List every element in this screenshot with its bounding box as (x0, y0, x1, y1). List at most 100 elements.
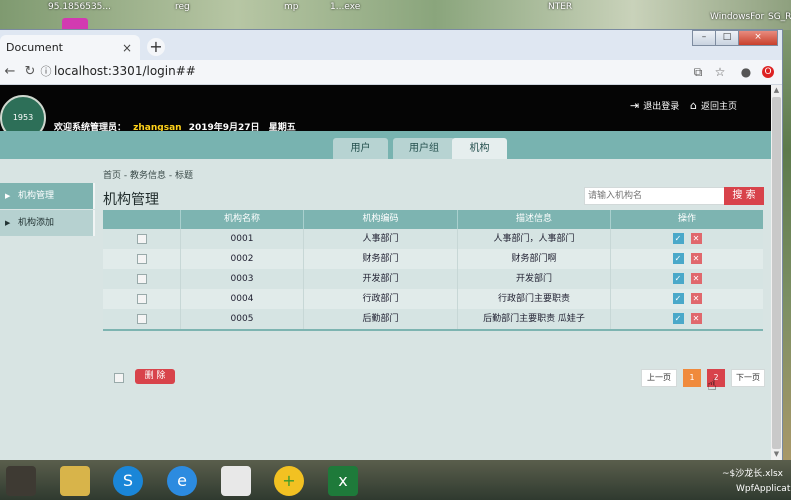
close-icon[interactable]: × (120, 41, 134, 55)
window-close-button[interactable]: × (738, 30, 778, 46)
translate-icon[interactable]: ⧉ (690, 64, 706, 80)
browser-window: Document × + – □ × ← ↻ ⓘ localhost:3301/… (0, 30, 782, 460)
edit-check-icon[interactable]: ✓ (672, 233, 684, 244)
row-select (103, 289, 181, 309)
start-app-icon[interactable] (6, 466, 36, 496)
cell-name: 人事部门 (304, 229, 458, 249)
excel-icon[interactable]: x (328, 466, 358, 496)
sidebar-item-label: 机构管理 (18, 191, 55, 201)
cell-actions: ✓ ✕ (611, 249, 763, 269)
next-page-button[interactable]: 下一页 (731, 369, 765, 387)
taskbar-app-label[interactable]: WpfApplicatio (736, 484, 791, 494)
desktop-icon-label[interactable]: reg (175, 2, 190, 12)
taskbar-file-label[interactable]: ~$沙龙长.xlsx (722, 466, 783, 479)
row-select (103, 249, 181, 269)
reload-icon[interactable]: ↻ (22, 64, 38, 80)
back-icon[interactable]: ← (2, 64, 18, 80)
row-checkbox[interactable] (136, 313, 147, 324)
edit-check-icon[interactable]: ✓ (672, 253, 684, 264)
page-title: 机构管理 (103, 192, 159, 208)
cell-actions: ✓ ✕ (611, 289, 763, 309)
row-select (103, 309, 181, 329)
cell-desc: 财务部门啊 (458, 249, 611, 269)
org-table: 机构名称 机构编码 描述信息 操作 0001 人事部门 人事部门，人事部门 ✓ ✕… (103, 210, 763, 331)
home-link[interactable]: ⌂ 返回主页 (690, 99, 737, 112)
delete-x-icon[interactable]: ✕ (690, 253, 702, 264)
table-footer-rule (103, 329, 763, 331)
ie-browser-icon[interactable]: e (167, 466, 197, 496)
column-header-select (103, 210, 181, 229)
desktop-icon-label[interactable]: SG_R (768, 12, 791, 22)
tab-strip: Document × + – □ × (0, 30, 782, 60)
folder-icon[interactable] (60, 466, 90, 496)
window-controls: – □ × (692, 30, 778, 46)
account-icon[interactable]: ● (738, 64, 754, 80)
tab-user-group[interactable]: 用户组 (393, 138, 455, 159)
row-checkbox[interactable] (136, 253, 147, 264)
hand-cursor-icon: ☝ (707, 375, 717, 394)
tab-title: Document (6, 41, 63, 54)
cell-desc: 行政部门主要职责 (458, 289, 611, 309)
prev-page-button[interactable]: 上一页 (641, 369, 677, 387)
delete-x-icon[interactable]: ✕ (690, 233, 702, 244)
row-checkbox[interactable] (136, 293, 147, 304)
search-button[interactable]: 搜 索 (724, 187, 764, 205)
row-checkbox[interactable] (136, 233, 147, 244)
browser-tab[interactable]: Document × (0, 35, 140, 60)
delete-x-icon[interactable]: ✕ (690, 293, 702, 304)
browser-toolbar: ← ↻ ⓘ localhost:3301/login## ⧉ ☆ ● O (0, 60, 782, 85)
maximize-button[interactable]: □ (715, 30, 739, 46)
bulk-delete-button[interactable]: 删 除 (135, 369, 175, 384)
scroll-up-icon[interactable]: ▲ (771, 85, 782, 96)
column-header-actions: 操作 (677, 214, 696, 224)
row-checkbox[interactable] (136, 273, 147, 284)
sidebar-item-org-add[interactable]: ▶ 机构添加 (0, 210, 95, 236)
cell-actions: ✓ ✕ (611, 269, 763, 289)
scroll-thumb[interactable] (772, 97, 781, 449)
new-tab-button[interactable]: + (147, 38, 165, 56)
desktop-icon-label[interactable]: WindowsFor (710, 12, 764, 22)
edit-check-icon[interactable]: ✓ (672, 293, 684, 304)
desktop-icon-label[interactable]: 95.1856535... (48, 2, 111, 12)
desktop-icon-strip: 95.1856535... reg mp 1...exe NTER Window… (0, 0, 791, 32)
address-bar[interactable]: localhost:3301/login## (54, 64, 196, 78)
desktop-icon-label[interactable]: 1...exe (330, 2, 360, 12)
star-icon[interactable]: ☆ (712, 64, 728, 80)
sidebar-item-org-manage[interactable]: ▶ 机构管理 (0, 183, 95, 209)
cell-code: 0005 (181, 309, 304, 329)
select-all-checkbox[interactable] (114, 373, 124, 383)
desktop-icon-label[interactable]: NTER (548, 2, 572, 12)
web-page: 1953 欢迎系统管理员： zhangsan 2019年9月27日 星期五 ⇥ … (0, 85, 771, 460)
desktop-icon-label[interactable]: mp (284, 2, 298, 12)
page-scrollbar[interactable]: ▲ ▼ (771, 85, 782, 460)
table-header: 机构名称 机构编码 描述信息 操作 (103, 210, 763, 229)
archive-icon[interactable] (221, 466, 251, 496)
cell-desc: 人事部门，人事部门 (458, 229, 611, 249)
delete-x-icon[interactable]: ✕ (690, 313, 702, 324)
edit-check-icon[interactable]: ✓ (672, 273, 684, 284)
info-icon[interactable]: ⓘ (38, 64, 54, 80)
opera-icon[interactable]: O (762, 66, 774, 78)
edit-check-icon[interactable]: ✓ (672, 313, 684, 324)
logout-link[interactable]: ⇥ 退出登录 (630, 99, 679, 112)
column-header-desc: 描述信息 (458, 210, 611, 229)
column-header-code: 机构编码 (304, 210, 458, 229)
cell-code: 0003 (181, 269, 304, 289)
main-nav: 用户 用户组 机构 (0, 131, 771, 159)
sogou-icon[interactable]: S (113, 466, 143, 496)
cell-actions: ✓ ✕ (611, 229, 763, 249)
cell-name: 后勤部门 (304, 309, 458, 329)
minimize-button[interactable]: – (692, 30, 716, 46)
delete-x-icon[interactable]: ✕ (690, 273, 702, 284)
360-guard-icon[interactable]: + (274, 466, 304, 496)
taskbar: S e + x ~$沙龙长.xlsx WpfApplicatio (0, 460, 791, 500)
arrow-right-icon: ▶ (5, 219, 11, 227)
scroll-down-icon[interactable]: ▼ (771, 449, 782, 460)
table-row: 0004 行政部门 行政部门主要职责 ✓ ✕ (103, 289, 763, 309)
cell-desc: 开发部门 (458, 269, 611, 289)
row-select (103, 269, 181, 289)
search-input[interactable] (584, 187, 725, 205)
tab-organization[interactable]: 机构 (452, 138, 507, 159)
page-button-1[interactable]: 1 (683, 369, 701, 387)
tab-user[interactable]: 用户 (333, 138, 388, 159)
